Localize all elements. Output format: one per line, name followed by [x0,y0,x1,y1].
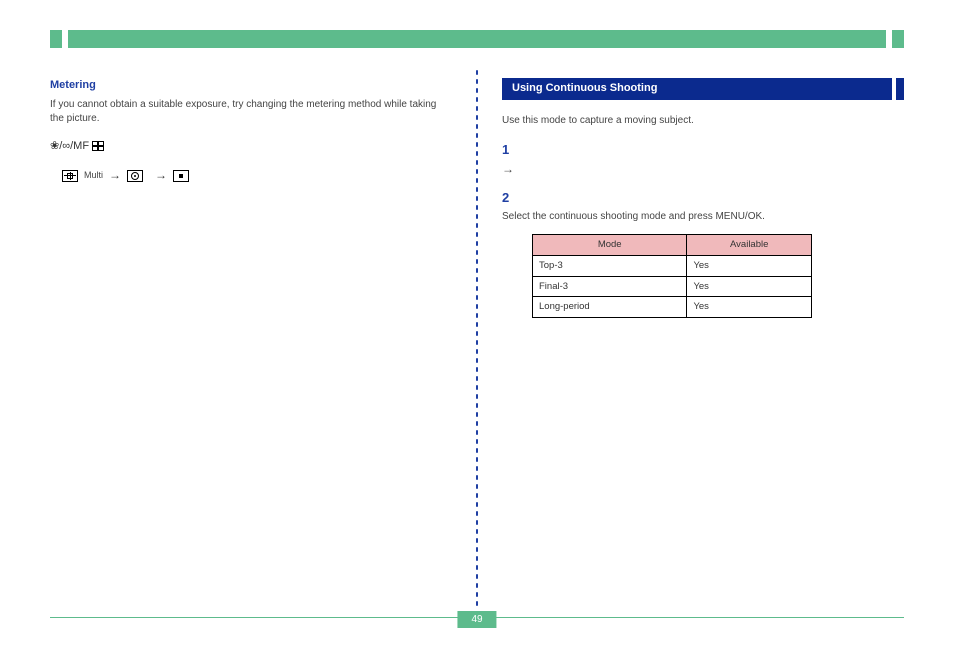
thumbnail-icon [92,141,104,151]
right-intro: Use this mode to capture a moving subjec… [502,114,904,129]
multi-metering-icon [62,170,78,182]
right-section-bar: Using Continuous Shooting [502,78,904,100]
left-heading: Metering [50,78,452,94]
table-head-value: Available [687,235,812,256]
table-cell: Final-3 [533,276,687,297]
table-head-mode: Mode [533,235,687,256]
table-cell: Yes [687,297,812,318]
step1-body: → [502,161,904,179]
section-header-title [68,30,886,48]
metering-options-row: Multi → → [62,167,452,184]
left-column: Metering If you cannot obtain a suitable… [50,78,477,598]
right-section-title: Using Continuous Shooting [512,81,657,97]
modes-table: Mode Available Top-3 Yes Final-3 Yes Lon… [532,234,812,318]
step1-number: 1 [502,141,904,160]
left-intro: If you cannot obtain a suitable exposure… [50,98,452,127]
section-header-bar [50,30,904,48]
table-row: Top-3 Yes [533,255,812,276]
page-number-badge: 49 [457,611,496,628]
table-cell: Top-3 [533,255,687,276]
right-column: Using Continuous Shooting Use this mode … [477,78,904,598]
table-cell: Long-period [533,297,687,318]
arrow-icon: → [109,167,121,184]
spot-metering-icon [173,170,189,182]
multi-label: Multi [84,169,103,182]
column-divider [475,68,479,608]
table-cell: Yes [687,276,812,297]
table-cell: Yes [687,255,812,276]
step-1: ❀/∞/MF [50,139,452,155]
arrow-icon: → [502,162,514,176]
step2-body: Select the continuous shooting mode and … [502,210,904,225]
focus-mode-symbols: ❀/∞/MF [50,140,92,152]
table-row: Final-3 Yes [533,276,812,297]
arrow-icon: → [155,167,167,184]
center-metering-icon [127,170,143,182]
table-row: Long-period Yes [533,297,812,318]
step2-number: 2 [502,189,904,208]
